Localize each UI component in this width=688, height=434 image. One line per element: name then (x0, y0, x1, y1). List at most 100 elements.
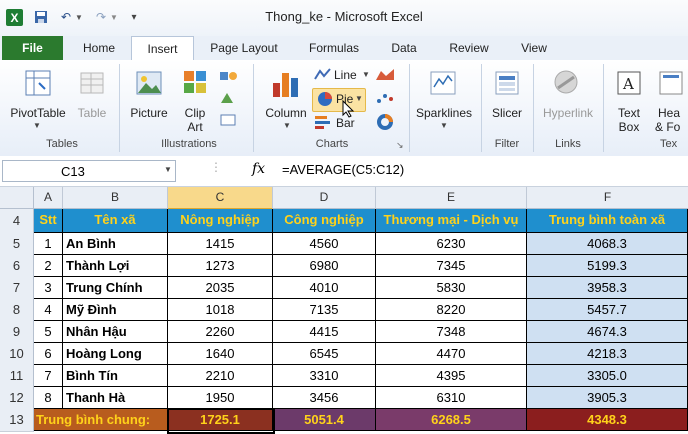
table-cell-c[interactable]: 1415 (168, 233, 273, 255)
table-cell-f[interactable]: 4674.3 (527, 321, 688, 343)
table-cell-f[interactable]: 4068.3 (527, 233, 688, 255)
column-header-c[interactable]: C (168, 187, 273, 210)
table-cell-name[interactable]: Trung Chính (63, 277, 168, 299)
row-header[interactable]: 8 (0, 299, 34, 322)
column-dropdown-icon[interactable]: ▼ (283, 121, 291, 130)
table-cell-f[interactable]: 4218.3 (527, 343, 688, 365)
header-cell-cong-nghiep[interactable]: Công nghiệp (273, 209, 376, 233)
table-cell-stt[interactable]: 5 (34, 321, 63, 343)
table-cell-e[interactable]: 5830 (376, 277, 527, 299)
clipart-label-2[interactable]: Art (180, 120, 210, 134)
sparklines-dropdown-icon[interactable]: ▼ (440, 121, 448, 130)
table-cell-c[interactable]: 2260 (168, 321, 273, 343)
table-cell-stt[interactable]: 6 (34, 343, 63, 365)
table-cell-c[interactable]: 1640 (168, 343, 273, 365)
column-header-f[interactable]: F (527, 187, 688, 209)
row-header[interactable]: 10 (0, 343, 34, 366)
slicer-button[interactable]: Slicer (486, 106, 528, 120)
total-cell-label[interactable]: Trung bình chung: (34, 409, 168, 431)
header-footer-label-2[interactable]: & Fo (655, 120, 688, 134)
sparklines-button[interactable]: Sparklines (412, 106, 476, 120)
table-cell-name[interactable]: Thành Lợi (63, 255, 168, 277)
total-cell-e[interactable]: 6268.5 (376, 409, 527, 431)
tab-file[interactable]: File (2, 36, 63, 60)
tab-insert[interactable]: Insert (131, 36, 194, 62)
tab-data[interactable]: Data (380, 36, 428, 60)
table-cell-name[interactable]: An Bình (63, 233, 168, 255)
row-header[interactable]: 5 (0, 233, 34, 256)
clipart-label-1[interactable]: Clip (180, 106, 210, 120)
table-button[interactable]: Table (72, 106, 112, 120)
line-chart-button[interactable]: Line (334, 68, 362, 82)
header-cell-ten-xa[interactable]: Tên xã (63, 209, 168, 233)
pivottable-button[interactable]: PivotTable (6, 106, 70, 120)
table-cell-c[interactable]: 1273 (168, 255, 273, 277)
formula-input[interactable]: =AVERAGE(C5:C12) (282, 162, 404, 177)
table-cell-name[interactable]: Hoàng Long (63, 343, 168, 365)
tab-view[interactable]: View (510, 36, 558, 60)
table-cell-c[interactable]: 1950 (168, 387, 273, 409)
table-cell-c[interactable]: 2035 (168, 277, 273, 299)
table-cell-name[interactable]: Nhân Hậu (63, 321, 168, 343)
tab-formulas[interactable]: Formulas (298, 36, 370, 60)
scatter-chart-icon[interactable] (374, 90, 396, 106)
smartart-icon[interactable] (218, 90, 240, 106)
table-cell-e[interactable]: 6230 (376, 233, 527, 255)
formula-bar-resize-icon[interactable]: ⋮ (210, 160, 222, 174)
table-cell-stt[interactable]: 1 (34, 233, 63, 255)
column-chart-button[interactable]: Column (262, 106, 310, 120)
row-header[interactable]: 9 (0, 321, 34, 344)
hyperlink-button[interactable]: Hyperlink (538, 106, 598, 120)
pivottable-dropdown-icon[interactable]: ▼ (33, 121, 41, 130)
table-cell-e[interactable]: 4395 (376, 365, 527, 387)
picture-button[interactable]: Picture (126, 106, 172, 120)
table-cell-c[interactable]: 1018 (168, 299, 273, 321)
table-cell-f[interactable]: 5457.7 (527, 299, 688, 321)
total-cell-d[interactable]: 5051.4 (273, 409, 376, 431)
table-cell-f[interactable]: 5199.3 (527, 255, 688, 277)
row-header[interactable]: 4 (0, 209, 34, 234)
row-header[interactable]: 7 (0, 277, 34, 300)
table-cell-e[interactable]: 4470 (376, 343, 527, 365)
table-cell-name[interactable]: Thanh Hà (63, 387, 168, 409)
screenshot-icon[interactable] (218, 112, 240, 128)
table-cell-f[interactable]: 3905.3 (527, 387, 688, 409)
name-box[interactable]: C13 (2, 160, 176, 182)
table-cell-e[interactable]: 8220 (376, 299, 527, 321)
table-cell-d[interactable]: 4560 (273, 233, 376, 255)
table-cell-e[interactable]: 7345 (376, 255, 527, 277)
table-cell-stt[interactable]: 4 (34, 299, 63, 321)
name-box-dropdown-icon[interactable]: ▼ (164, 165, 172, 174)
table-cell-name[interactable]: Mỹ Đình (63, 299, 168, 321)
table-cell-e[interactable]: 6310 (376, 387, 527, 409)
table-cell-stt[interactable]: 2 (34, 255, 63, 277)
textbox-label-1[interactable]: Text (612, 106, 646, 120)
table-cell-c[interactable]: 2210 (168, 365, 273, 387)
table-cell-d[interactable]: 3456 (273, 387, 376, 409)
table-cell-stt[interactable]: 3 (34, 277, 63, 299)
charts-dialog-launcher-icon[interactable]: ↘ (396, 140, 404, 151)
table-cell-d[interactable]: 3310 (273, 365, 376, 387)
table-cell-e[interactable]: 7348 (376, 321, 527, 343)
row-header[interactable]: 13 (0, 409, 34, 432)
table-cell-d[interactable]: 6980 (273, 255, 376, 277)
header-cell-thuong-mai[interactable]: Thương mại - Dịch vụ (376, 209, 527, 233)
tab-page-layout[interactable]: Page Layout (198, 36, 290, 60)
tab-review[interactable]: Review (438, 36, 500, 60)
table-cell-name[interactable]: Bình Tín (63, 365, 168, 387)
column-header-d[interactable]: D (273, 187, 376, 209)
line-dropdown-icon[interactable]: ▼ (362, 70, 370, 79)
total-cell-f[interactable]: 4348.3 (527, 409, 688, 431)
header-cell-nong-nghiep[interactable]: Nông nghiệp (168, 209, 273, 233)
area-chart-icon[interactable] (374, 66, 396, 82)
column-header-a[interactable]: A (34, 187, 63, 209)
table-cell-d[interactable]: 6545 (273, 343, 376, 365)
table-cell-f[interactable]: 3958.3 (527, 277, 688, 299)
row-header[interactable]: 6 (0, 255, 34, 278)
table-cell-d[interactable]: 4415 (273, 321, 376, 343)
shapes-icon[interactable] (218, 68, 240, 84)
pivottable-icon[interactable] (22, 66, 54, 100)
column-header-b[interactable]: B (63, 187, 168, 209)
other-charts-icon[interactable] (374, 114, 396, 130)
row-header[interactable]: 12 (0, 387, 34, 410)
